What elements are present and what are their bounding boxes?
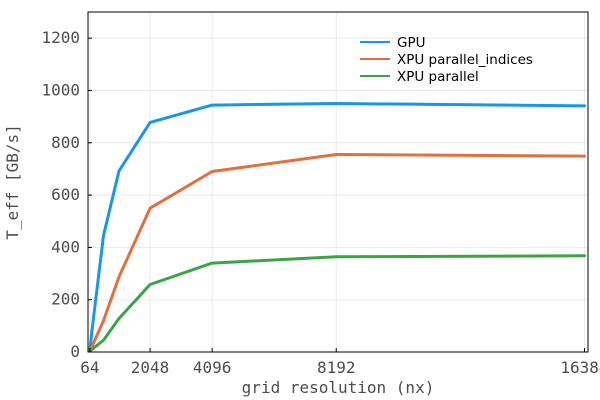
y-tick-label: 600 xyxy=(51,185,80,204)
x-axis-label: grid resolution (nx) xyxy=(242,378,435,397)
tick-layer: 0 200 400 600 800 1000 1200 64 2048 4096 8192 16384 xyxy=(41,28,600,377)
y-tick-label: 400 xyxy=(51,237,80,256)
series-line-2 xyxy=(88,254,586,353)
x-tick-label: 4096 xyxy=(193,358,232,377)
x-tick-label: 2048 xyxy=(131,358,170,377)
series-line-0 xyxy=(88,102,586,353)
y-axis-label: T_eff [GB/s] xyxy=(3,124,22,240)
legend-label: GPU xyxy=(397,35,425,51)
x-tick-label: 64 xyxy=(80,358,99,377)
y-tick-label: 1200 xyxy=(41,28,80,47)
legend-label: XPU parallel_indices xyxy=(397,52,533,68)
x-tick-label: 16384 xyxy=(560,358,600,377)
line-chart: 0 200 400 600 800 1000 1200 64 2048 4096 8192 16384… xyxy=(3,11,600,397)
y-tick-label: 800 xyxy=(51,133,80,152)
y-tick-label: 1000 xyxy=(41,80,80,99)
y-tick-label: 200 xyxy=(51,290,80,309)
legend: GPUXPU parallel_indicesXPU parallel xyxy=(360,35,533,85)
series-layer xyxy=(88,102,586,353)
legend-label: XPU parallel xyxy=(397,69,479,85)
y-tick-label: 0 xyxy=(70,342,80,361)
x-tick-label: 8192 xyxy=(317,358,356,377)
series-line-1 xyxy=(88,153,586,353)
